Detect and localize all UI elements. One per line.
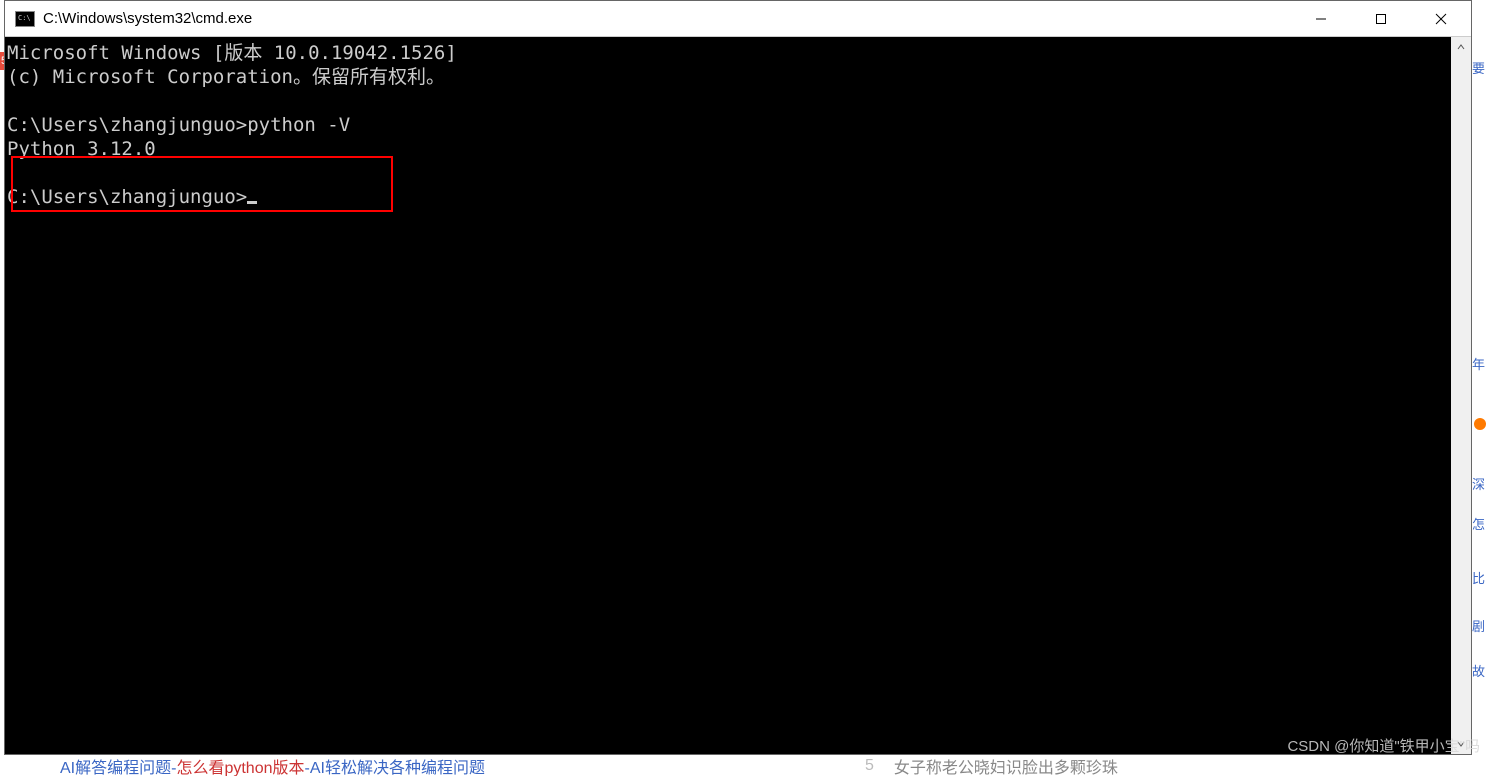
cmd-icon-text: C:\ [18,15,31,22]
sidebar-fragment-text: 年 [1472,354,1485,373]
cmd-window: C:\ C:\Windows\system32\cmd.exe Microsof… [4,0,1472,755]
vertical-scrollbar[interactable] [1451,37,1471,754]
cursor [247,201,257,204]
bottom-text: 女子称老公晓妇识脸出多颗珍珠 [894,756,1118,776]
scroll-up-arrow[interactable] [1451,37,1471,57]
scroll-track[interactable] [1451,57,1471,734]
bottom-text: AI解答编程问题- [60,756,176,776]
sidebar-fragment-text: 要 [1472,58,1485,77]
bottom-fragment: AI解答编程问题-怎么看python版本-AI轻松解决各种编程问题 5 女子称老… [60,756,1488,776]
close-icon [1435,13,1447,25]
minimize-icon [1315,13,1327,25]
titlebar[interactable]: C:\ C:\Windows\system32\cmd.exe [5,1,1471,37]
watermark: CSDN @你知道"铁甲小宝"吗 [1287,735,1480,756]
minimize-button[interactable] [1291,1,1351,36]
terminal-line: Microsoft Windows [版本 10.0.19042.1526] [7,42,457,64]
terminal-line: (c) Microsoft Corporation。保留所有权利。 [7,66,445,88]
bottom-text: -AI轻松解决各种编程问题 [305,756,485,776]
sidebar-fragment-text: 怎 [1472,514,1485,533]
bottom-text: 怎么看python版本 [176,756,304,776]
orange-dot-icon [1474,418,1486,430]
sidebar-fragment-text: 深 [1472,474,1485,493]
sidebar-fragment-text: 剧 [1472,616,1485,635]
right-sidebar-fragment: 要 年 深 怎 比 剧 故 [1472,36,1488,756]
cmd-icon: C:\ [15,11,35,27]
sidebar-fragment-text: 比 [1472,568,1485,587]
maximize-icon [1375,13,1387,25]
window-title: C:\Windows\system32\cmd.exe [43,10,252,27]
terminal-area[interactable]: Microsoft Windows [版本 10.0.19042.1526] (… [5,37,1451,754]
sidebar-fragment-text: 故 [1472,661,1485,680]
chevron-up-icon [1456,42,1466,52]
bottom-num: 5 [865,757,874,775]
close-button[interactable] [1411,1,1471,36]
terminal-line: C:\Users\zhangjunguo>python -V [7,114,350,136]
maximize-button[interactable] [1351,1,1411,36]
terminal-line: C:\Users\zhangjunguo> [7,186,247,208]
window-controls [1291,1,1471,36]
terminal-line: Python 3.12.0 [7,138,156,160]
